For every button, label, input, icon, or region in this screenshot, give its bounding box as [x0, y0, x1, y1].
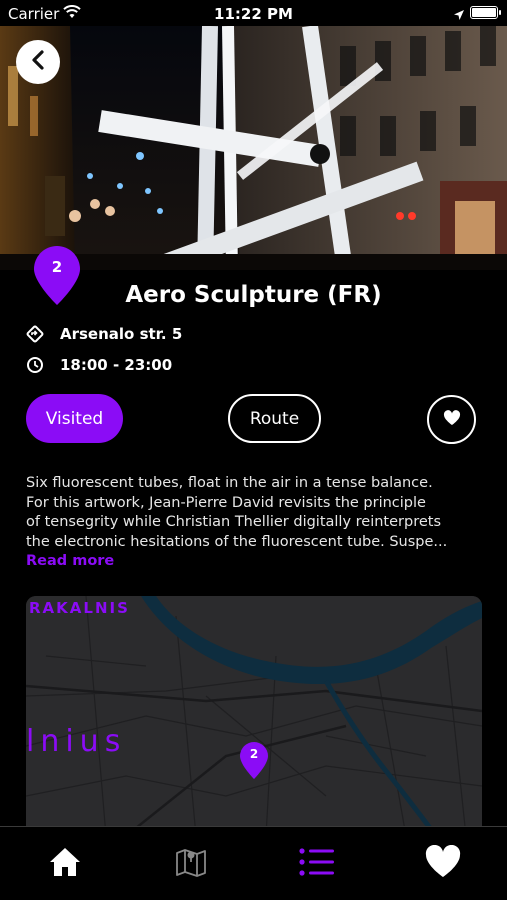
battery-icon	[470, 6, 501, 19]
map-location-pin[interactable]: 2	[238, 741, 270, 781]
status-bar: Carrier 11:22 PM	[0, 0, 507, 26]
heart-icon	[443, 409, 461, 430]
map-city-label: lnius	[26, 724, 127, 759]
tab-bar	[0, 826, 507, 900]
map-district-label: RAKALNIS	[29, 599, 130, 617]
map-pin-number: 2	[249, 747, 259, 761]
tab-map[interactable]	[128, 827, 254, 900]
chevron-left-icon	[31, 50, 45, 74]
map-view[interactable]: RAKALNIS lnius 2	[26, 596, 482, 836]
description: Six fluorescent tubes, float in the air …	[26, 474, 486, 552]
location-arrow-icon	[453, 6, 465, 25]
pin-number: 2	[51, 258, 63, 276]
hero-image	[0, 26, 507, 270]
address-text: Arsenalo str. 5	[60, 325, 183, 343]
hours-text: 18:00 - 23:00	[60, 356, 173, 374]
clock-icon	[26, 356, 44, 374]
home-icon	[48, 845, 82, 883]
map-icon	[174, 845, 208, 883]
description-line: Six fluorescent tubes, float in the air …	[26, 475, 433, 491]
tab-favorites[interactable]	[380, 827, 506, 900]
back-button[interactable]	[16, 40, 60, 84]
location-pin-badge: 2	[32, 245, 82, 307]
description-line: the electronic hesitations of the fluore…	[26, 533, 448, 550]
clock: 11:22 PM	[214, 5, 293, 23]
directions-icon	[26, 325, 44, 343]
list-icon	[298, 846, 336, 882]
route-button[interactable]: Route	[228, 394, 321, 443]
description-line: For this artwork, Jean-Pierre David revi…	[26, 494, 426, 511]
tab-home[interactable]	[2, 827, 128, 900]
read-more-link[interactable]: Read more	[26, 553, 114, 569]
visited-button[interactable]: Visited	[26, 394, 123, 443]
tab-list[interactable]	[254, 827, 380, 900]
hours-row: 18:00 - 23:00	[26, 356, 172, 374]
heart-icon	[424, 844, 462, 883]
description-line: of tensegrity while Christian Thellier d…	[26, 514, 442, 530]
favorite-button[interactable]	[427, 395, 476, 444]
address-row: Arsenalo str. 5	[26, 325, 182, 343]
